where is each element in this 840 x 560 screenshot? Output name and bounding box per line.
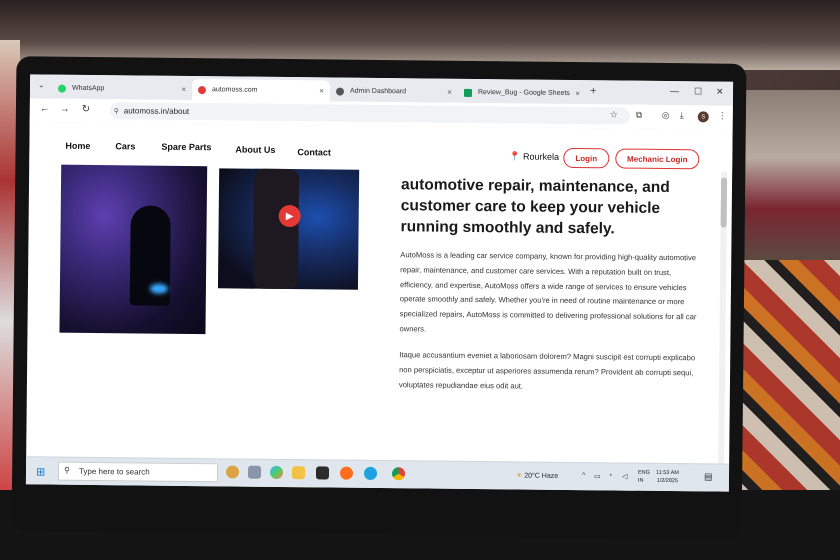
forward-arrow-icon[interactable]: → [60, 104, 70, 115]
site-info-icon[interactable]: ⚲ [114, 107, 119, 115]
close-icon[interactable]: × [447, 88, 452, 97]
play-icon[interactable]: ▶ [278, 204, 301, 228]
chrome-icon[interactable] [391, 467, 406, 481]
google-sheets-icon [463, 88, 473, 97]
maximize-icon[interactable]: ☐ [694, 86, 702, 97]
clock-time: 11:53 AM [655, 469, 679, 477]
copilot-icon[interactable] [269, 465, 284, 479]
tab-title: WhatsApp [71, 84, 105, 93]
video-thumbnail[interactable]: ▶ [217, 168, 360, 290]
about-paragraph-2: Itaque accusantium eveniet a laboriosam … [398, 350, 696, 391]
lang-code: ENG [637, 469, 650, 476]
more-menu-icon[interactable]: ⋮ [718, 111, 727, 122]
site-header: Home Cars Spare Parts About Us Contact 📍… [29, 122, 733, 172]
close-icon[interactable]: × [575, 89, 580, 98]
file-explorer-icon[interactable] [291, 466, 306, 480]
clock-date: 1/2/2025 [656, 477, 679, 485]
search-icon: ⚲ [63, 465, 70, 475]
firefox-icon[interactable] [339, 466, 354, 480]
task-view-icon[interactable] [247, 465, 262, 479]
taskbar-search-input[interactable]: Type here to search [57, 461, 219, 483]
nav-cars[interactable]: Cars [115, 141, 135, 151]
language-indicator[interactable]: ENG IN [638, 469, 650, 485]
tab-search-chevron-icon[interactable]: ⌄ [38, 80, 45, 89]
windows-start-icon[interactable]: ⊞ [36, 465, 45, 478]
minimize-icon[interactable]: — [670, 86, 679, 96]
back-arrow-icon[interactable]: ← [40, 103, 50, 114]
whatsapp-icon [57, 84, 67, 93]
sync-icon[interactable]: ◎ [662, 110, 670, 121]
automoss-favicon-icon [197, 85, 207, 94]
nav-about-us[interactable]: About Us [235, 144, 275, 154]
extensions-icon[interactable]: ⧉ [636, 110, 643, 121]
new-tab-button[interactable]: + [590, 85, 597, 97]
address-bar[interactable]: ⚲ automoss.in/about [109, 102, 630, 125]
weather-text: 20°C Haze [524, 472, 559, 480]
window-close-icon[interactable]: ✕ [716, 87, 724, 98]
scrollbar-thumb[interactable] [720, 177, 728, 228]
about-paragraph-1: AutoMoss is a leading car service compan… [399, 250, 697, 334]
mechanic-silhouette [252, 168, 300, 290]
nav-home[interactable]: Home [65, 141, 90, 151]
globe-icon [335, 87, 345, 96]
tab-automoss[interactable]: automoss.com × [191, 79, 331, 102]
laptop-screen: ⌄ WhatsApp × automoss.com × Admin Dashbo… [25, 74, 734, 492]
location-label: Rourkela [523, 151, 560, 162]
photo-background-right-top [740, 90, 840, 260]
profile-avatar[interactable]: S [697, 111, 709, 123]
tab-title: Admin Dashboard [349, 87, 407, 96]
weather-widget[interactable]: ☀ 20°C Haze [516, 471, 558, 479]
map-pin-icon: 📍 [509, 151, 521, 162]
notification-icon[interactable]: ▤ [704, 471, 713, 482]
tab-admin-dashboard[interactable]: Admin Dashboard × [330, 80, 458, 102]
location-selector[interactable]: 📍 Rourkela [509, 151, 559, 163]
reload-icon[interactable]: ↻ [82, 104, 91, 115]
bookmark-star-icon[interactable]: ☆ [610, 109, 618, 120]
about-headline: automotive repair, maintenance, and cust… [400, 176, 670, 238]
search-placeholder: Type here to search [78, 466, 150, 477]
cortana-figure-icon[interactable] [225, 465, 240, 479]
url-text: automoss.in/about [123, 106, 190, 116]
weather-icon: ☀ [515, 472, 523, 480]
tab-review-bug[interactable]: Review_Bug - Google Sheets × [458, 82, 586, 104]
mechanic-login-button[interactable]: Mechanic Login [615, 148, 700, 170]
volume-icon[interactable]: ◁ [622, 473, 627, 481]
download-icon[interactable]: ⤓ [680, 110, 684, 121]
tab-title: automoss.com [211, 86, 258, 94]
light-glow [149, 283, 168, 294]
nav-spare-parts[interactable]: Spare Parts [161, 142, 211, 153]
mail-icon[interactable] [315, 466, 330, 480]
login-button[interactable]: Login [563, 147, 610, 169]
tray-chevron-icon[interactable]: ^ [582, 472, 585, 479]
mechanic-photo [59, 164, 208, 335]
network-icon[interactable]: ▭ [594, 472, 601, 480]
photo-background-right-blanket [730, 260, 840, 520]
edge-icon[interactable] [363, 466, 378, 480]
tab-whatsapp[interactable]: WhatsApp × [52, 78, 192, 100]
lang-region: IN [637, 477, 644, 484]
close-icon[interactable]: × [319, 86, 324, 95]
taskbar-clock[interactable]: 11:53 AM 1/2/2025 [656, 469, 679, 485]
wifi-icon[interactable]: ◔ [608, 472, 612, 479]
close-icon[interactable]: × [181, 85, 186, 94]
tab-title: Review_Bug - Google Sheets [477, 89, 570, 97]
nav-contact[interactable]: Contact [297, 147, 331, 157]
